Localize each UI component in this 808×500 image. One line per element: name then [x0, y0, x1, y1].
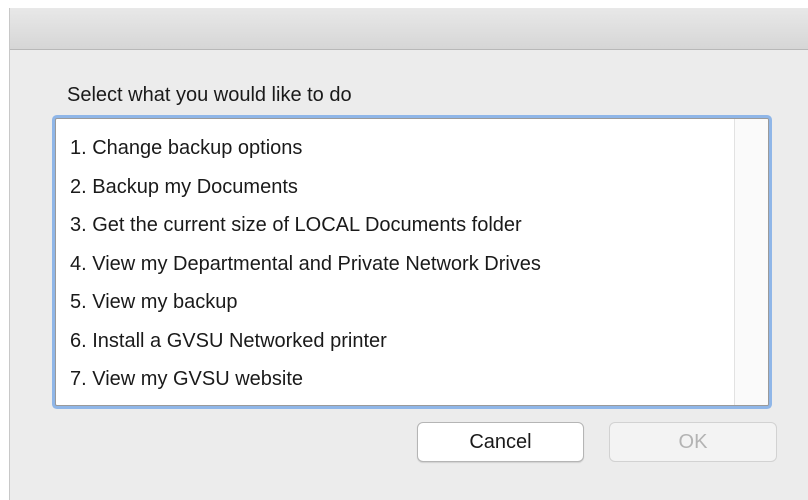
list-scrollbar[interactable] — [734, 119, 768, 405]
list-item-view-website[interactable]: 7. View my GVSU website — [56, 360, 734, 399]
options-listbox[interactable]: 1. Change backup options 2. Backup my Do… — [55, 118, 769, 406]
dialog-window: Select what you would like to do 1. Chan… — [9, 8, 808, 500]
list-item-network-drives[interactable]: 4. View my Departmental and Private Netw… — [56, 245, 734, 284]
list-item-change-backup-options[interactable]: 1. Change backup options — [56, 129, 734, 168]
cancel-button[interactable]: Cancel — [417, 422, 584, 462]
prompt-label: Select what you would like to do — [67, 84, 352, 106]
ok-button[interactable]: OK — [609, 422, 777, 462]
options-list: 1. Change backup options 2. Backup my Do… — [56, 119, 734, 405]
title-bar[interactable] — [10, 8, 808, 50]
list-item-view-backup[interactable]: 5. View my backup — [56, 283, 734, 322]
list-item-backup-documents[interactable]: 2. Backup my Documents — [56, 168, 734, 207]
list-item-local-documents-size[interactable]: 3. Get the current size of LOCAL Documen… — [56, 206, 734, 245]
list-item-install-printer[interactable]: 6. Install a GVSU Networked printer — [56, 322, 734, 361]
